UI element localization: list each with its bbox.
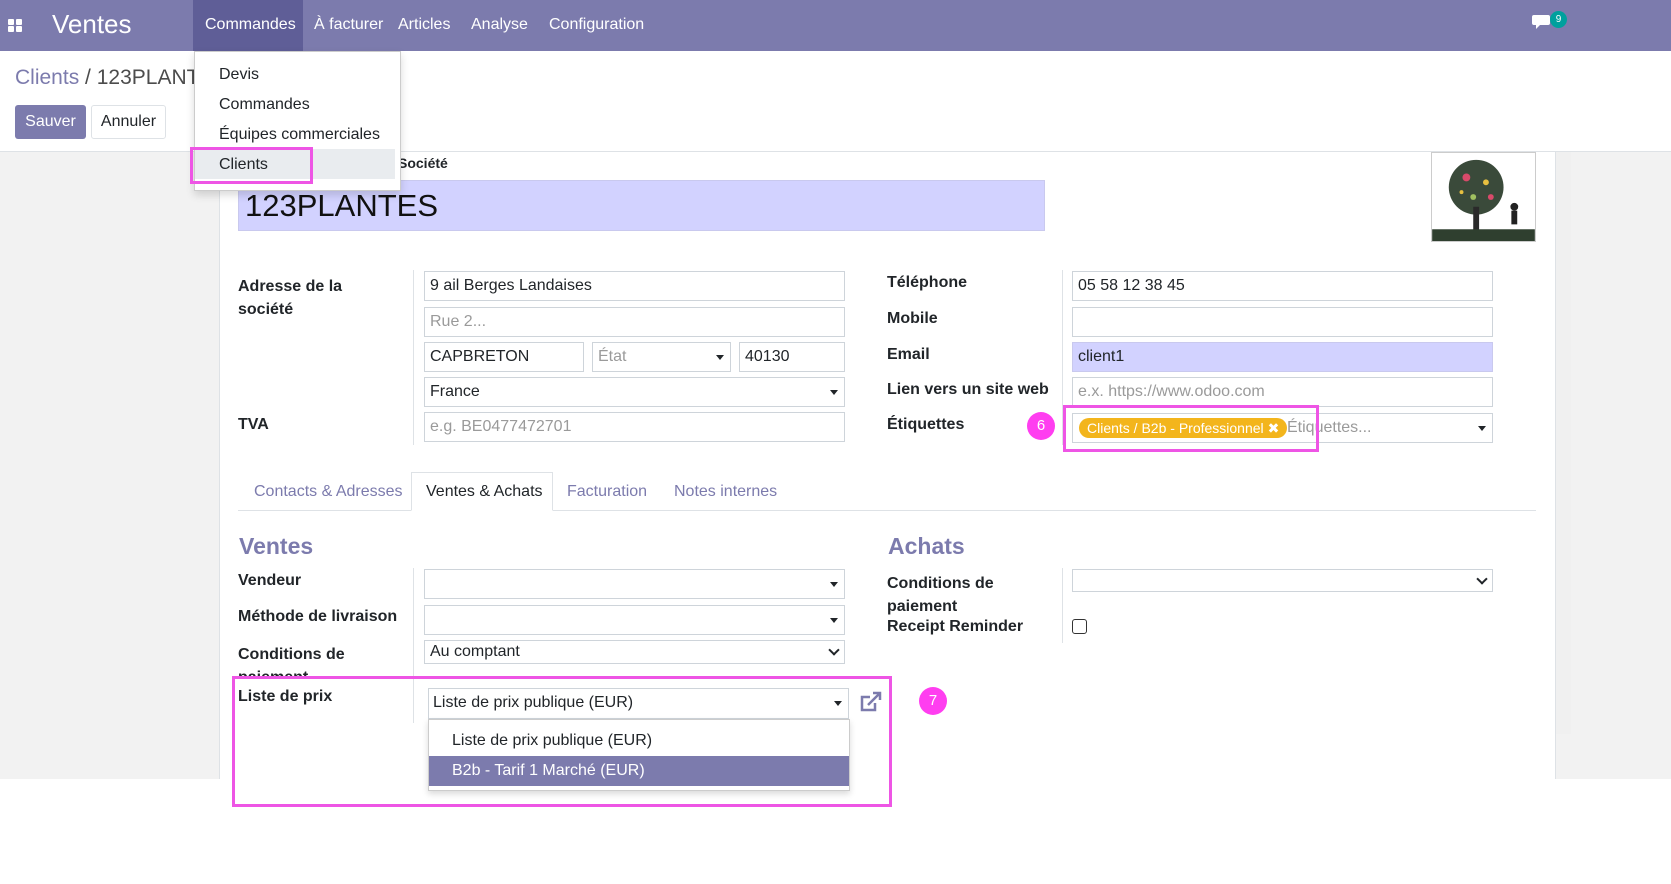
menu-configuration[interactable]: Configuration xyxy=(549,16,644,34)
delivery-method-select[interactable] xyxy=(424,605,845,635)
vat-input[interactable]: e.g. BE0477472701 xyxy=(424,412,845,442)
salesperson-label: Vendeur xyxy=(238,572,302,589)
phone-input[interactable]: 05 58 12 38 45 xyxy=(1072,271,1493,301)
menu-a-facturer[interactable]: À facturer xyxy=(314,16,383,34)
website-input[interactable]: e.x. https://www.odoo.com xyxy=(1072,377,1493,407)
highlight-box-pricelist xyxy=(232,676,892,807)
street-input[interactable]: 9 ail Berges Landaises xyxy=(424,271,845,301)
phone-label: Téléphone xyxy=(887,274,968,291)
state-placeholder: État xyxy=(598,348,627,365)
mobile-input[interactable] xyxy=(1072,307,1493,337)
state-select[interactable]: État xyxy=(592,342,731,372)
purchases-section-title: Achats xyxy=(888,533,965,559)
salesperson-select[interactable] xyxy=(424,569,845,599)
caret-down-icon xyxy=(1478,426,1486,431)
tab-ventes-achats[interactable]: Ventes & Achats xyxy=(426,483,543,501)
vertical-scrollbar[interactable] xyxy=(1556,152,1571,734)
website-label: Lien vers un site web xyxy=(887,381,1049,398)
dropdown-item-equipes-commerciales[interactable]: Équipes commerciales xyxy=(219,126,380,144)
caret-down-icon xyxy=(830,390,838,395)
delivery-method-label: Méthode de livraison xyxy=(238,608,398,625)
vat-label: TVA xyxy=(238,416,269,433)
purchase-payment-terms-select[interactable] xyxy=(1072,569,1493,592)
zip-input[interactable]: 40130 xyxy=(739,342,845,372)
column-divider xyxy=(413,270,414,445)
address-label: Adresse de la société xyxy=(238,278,343,318)
tab-facturation[interactable]: Facturation xyxy=(567,483,647,501)
notification-badge: 9 xyxy=(1550,11,1567,28)
chat-icon[interactable] xyxy=(1532,14,1552,30)
top-navbar: Ventes Commandes À facturer Articles Ana… xyxy=(0,0,1671,51)
chevron-down-icon xyxy=(828,644,840,656)
apps-grid-icon[interactable] xyxy=(8,17,24,33)
save-button[interactable]: Sauver xyxy=(15,105,86,139)
sales-payment-terms-label: Conditions de paiement xyxy=(238,646,345,677)
dropdown-item-devis[interactable]: Devis xyxy=(219,66,259,84)
receipt-reminder-checkbox[interactable] xyxy=(1072,619,1087,634)
caret-down-icon xyxy=(830,582,838,587)
company-logo-image[interactable] xyxy=(1431,152,1536,242)
company-type-label: Société xyxy=(398,155,448,171)
menu-articles[interactable]: Articles xyxy=(398,16,450,34)
tab-contacts[interactable]: Contacts & Adresses xyxy=(254,483,403,501)
breadcrumb-separator: / xyxy=(79,66,97,89)
sales-payment-terms-select[interactable]: Au comptant xyxy=(424,640,845,664)
dropdown-item-commandes[interactable]: Commandes xyxy=(219,96,310,114)
tab-notes-internes[interactable]: Notes internes xyxy=(674,483,777,501)
purchase-payment-terms-label: Conditions de paiement xyxy=(887,575,994,615)
email-label: Email xyxy=(887,346,930,363)
tags-label: Étiquettes xyxy=(887,416,965,433)
step-7-marker: 7 xyxy=(919,687,947,715)
column-divider xyxy=(1062,568,1063,643)
breadcrumb-parent[interactable]: Clients xyxy=(15,66,79,89)
menu-commandes[interactable]: Commandes xyxy=(205,16,296,34)
cancel-button[interactable]: Annuler xyxy=(91,105,166,139)
country-value: France xyxy=(430,383,480,400)
sales-section-title: Ventes xyxy=(239,533,314,559)
caret-down-icon xyxy=(830,618,838,623)
country-select[interactable]: France xyxy=(424,377,845,407)
city-input[interactable]: CAPBRETON xyxy=(424,342,584,372)
chevron-down-icon xyxy=(1476,573,1488,585)
payment-terms-value: Au comptant xyxy=(430,643,520,660)
highlight-box-tags xyxy=(1063,405,1319,452)
step-6-marker: 6 xyxy=(1027,412,1055,440)
email-input[interactable]: client1 xyxy=(1072,342,1493,372)
app-title[interactable]: Ventes xyxy=(52,9,132,40)
mobile-label: Mobile xyxy=(887,310,938,327)
receipt-reminder-label: Receipt Reminder xyxy=(887,618,1024,635)
caret-down-icon xyxy=(716,355,724,360)
street2-input[interactable]: Rue 2... xyxy=(424,307,845,337)
highlight-box-clients xyxy=(190,147,313,184)
menu-analyse[interactable]: Analyse xyxy=(471,16,528,34)
